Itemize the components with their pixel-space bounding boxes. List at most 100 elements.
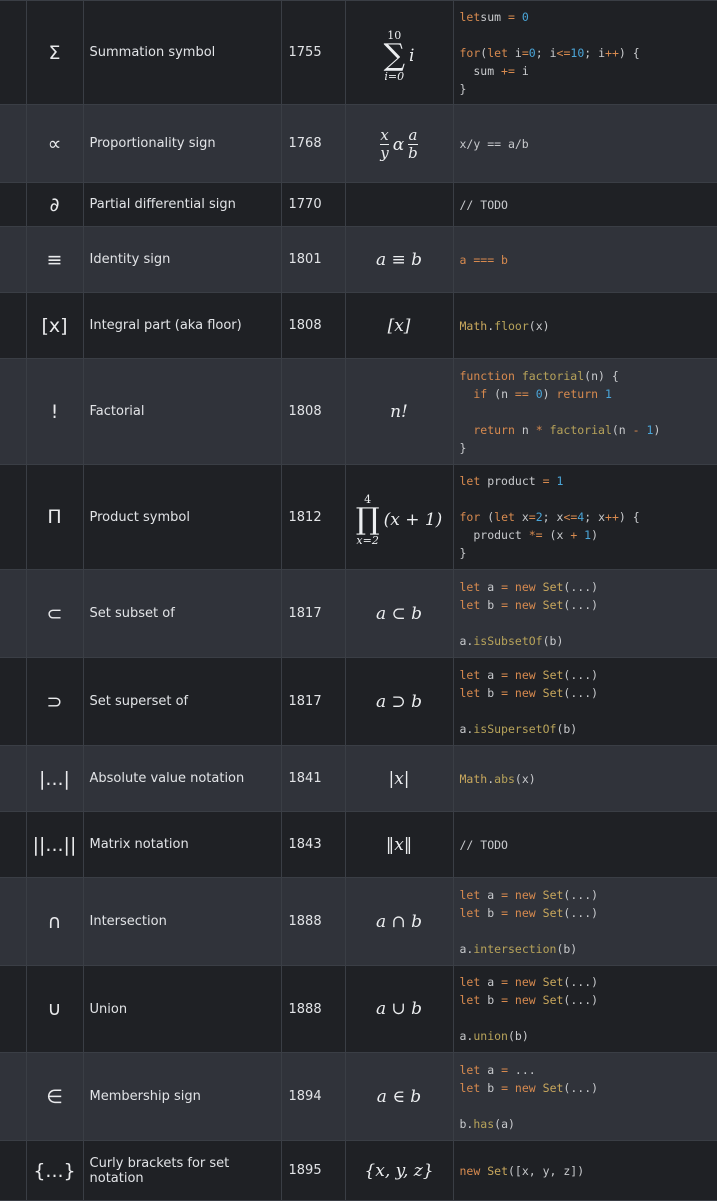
code-token: let [459, 685, 481, 700]
code-token: a === b [459, 252, 508, 267]
code-token: a [480, 887, 502, 902]
code-line: for(let i=0; i<=10; i++) { [460, 44, 711, 62]
year-introduced: 1801 [280, 226, 346, 293]
symbol-name: Identity sign [82, 226, 282, 293]
table-row: ∪ Union 1888 a ∪ b let a = new Set(...) let b… [0, 965, 717, 1053]
code-token: new [508, 975, 536, 989]
code-line: // TODO [460, 196, 711, 214]
table-row: ! Factorial 1808 n! function factorial(n) { … [0, 358, 717, 465]
year-introduced: 1817 [280, 657, 346, 746]
code-example: // TODO [452, 811, 717, 878]
code-token: (n) { [584, 368, 619, 383]
code-token: product [480, 474, 543, 488]
code-token: ; x [542, 510, 564, 524]
row-margin [0, 0, 27, 105]
code-line: sum += i [460, 62, 711, 80]
code-token: let [487, 45, 508, 60]
code-token: product [459, 528, 529, 542]
code-example: // TODO [452, 182, 717, 227]
code-example: let a = new Set(...) let b = new Set(...)… [452, 877, 717, 966]
code-token: factorial [549, 422, 612, 437]
table-row: [x] Integral part (aka floor) 1808 [x] Math.… [0, 292, 717, 359]
symbol-cell: ! [25, 358, 84, 465]
symbol-name: Curly brackets for set notation [82, 1140, 282, 1201]
year-introduced: 1812 [280, 464, 346, 570]
code-token: a. [459, 1029, 474, 1043]
code-token: 2 [535, 510, 543, 524]
code-token: ) [591, 528, 599, 542]
symbol-name: Absolute value notation [82, 745, 282, 812]
code-token: (...) [563, 579, 599, 594]
row-margin [0, 182, 27, 227]
sigma-glyph: ∑ [383, 37, 405, 73]
code-token: n [514, 422, 536, 437]
big-operator-expression: 10 ∑ i=0 i [384, 30, 415, 82]
code-token: (...) [563, 887, 599, 902]
code-token: <= [556, 45, 571, 60]
code-token: += [501, 63, 515, 78]
code-token: } [459, 440, 467, 455]
symbol-cell: {...} [25, 1140, 84, 1201]
code-line: let b = new Set(...) [460, 684, 711, 702]
code-line: letsum = 0 [460, 8, 711, 26]
code-line: Math.abs(x) [460, 770, 711, 788]
math-notation [344, 182, 454, 227]
symbol-cell: Σ [25, 0, 84, 105]
code-token: return [556, 386, 599, 401]
code-example: letsum = 0 for(let i=0; i<=10; i++) { su… [452, 0, 717, 105]
year-introduced: 1770 [280, 182, 346, 227]
code-token: sum [459, 63, 502, 78]
code-token: let [459, 1080, 481, 1095]
math-notation: n! [344, 358, 454, 465]
code-token: has [473, 1116, 495, 1131]
code-token: 10 [570, 45, 585, 60]
code-token: = [501, 579, 508, 594]
code-token: 0 [514, 9, 529, 24]
code-token: = [501, 667, 508, 682]
code-token: factorial [521, 368, 585, 383]
code-token: (...) [563, 993, 599, 1007]
code-token: Set [542, 905, 564, 920]
symbol-cell: ∂ [25, 182, 84, 227]
code-token: let [459, 887, 481, 902]
code-line: function factorial(n) { [460, 367, 711, 385]
code-token: Set [542, 597, 564, 612]
symbol-cell: ⊂ [25, 569, 84, 658]
code-token: a [480, 975, 502, 989]
code-line: x/y == a/b [460, 135, 711, 153]
code-line: // TODO [460, 836, 711, 854]
symbol-name: Proportionality sign [82, 104, 282, 183]
code-token: x/y == a/b [459, 136, 529, 151]
table-row: ||...|| Matrix notation 1843 ‖x‖ // TODO [0, 811, 717, 878]
symbol-name: Summation symbol [82, 0, 282, 105]
row-margin [0, 1052, 27, 1141]
symbol-cell: ||...|| [25, 811, 84, 878]
code-line: } [460, 80, 711, 98]
code-token: ( [480, 510, 495, 524]
code-line: let a = new Set(...) [460, 886, 711, 904]
code-token: new [508, 1080, 536, 1095]
code-token: Math [459, 771, 488, 786]
code-token: floor [494, 318, 529, 333]
code-line: if (n == 0) return 1 [460, 385, 711, 403]
code-token: 1 [577, 528, 592, 542]
table-row: ∂ Partial differential sign 1770 // TODO [0, 182, 717, 227]
code-token: (b) [542, 633, 564, 648]
code-token: ) { [618, 45, 640, 60]
code-token: ([x, y, z]) [508, 1163, 585, 1178]
code-line: a.intersection(b) [460, 940, 711, 958]
code-token: new [508, 667, 536, 682]
code-token: Set [542, 579, 564, 594]
symbol-cell: |...| [25, 745, 84, 812]
code-token: b [480, 597, 502, 612]
year-introduced: 1817 [280, 569, 346, 658]
code-token: new [459, 1163, 481, 1178]
